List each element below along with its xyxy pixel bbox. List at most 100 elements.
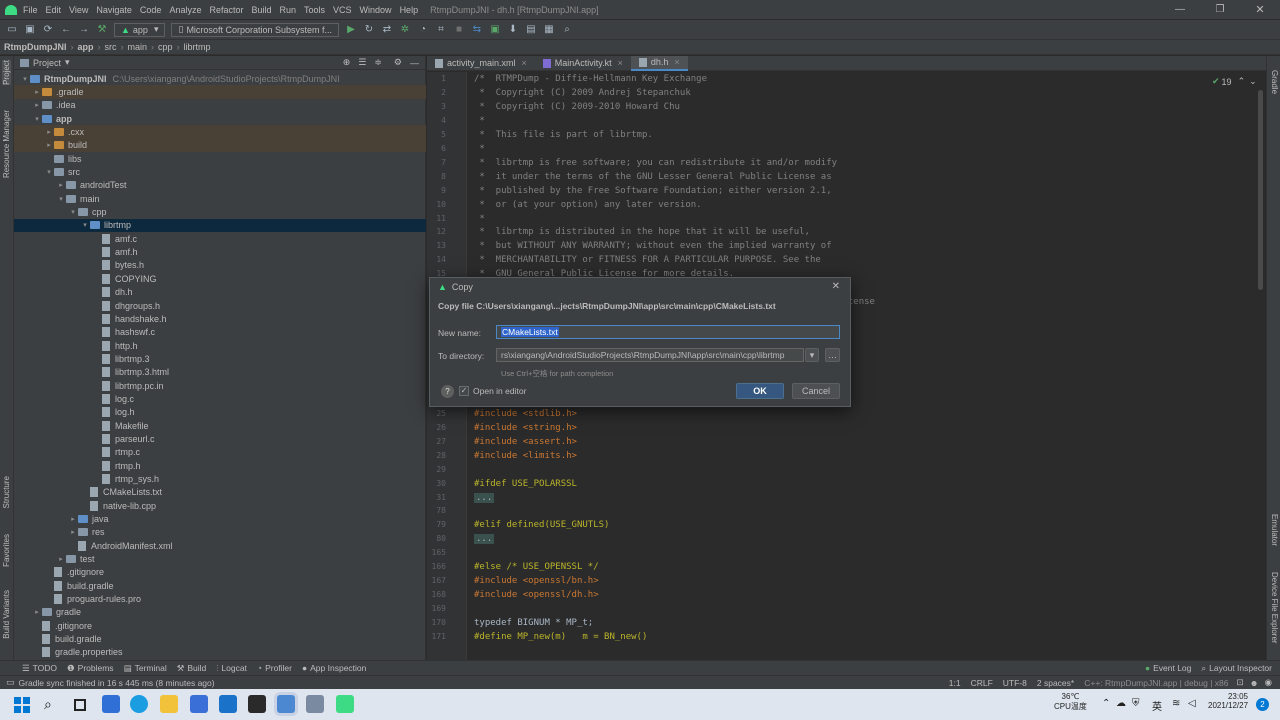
tree-item[interactable]: ▸ androidTest [14, 179, 426, 192]
tree-item[interactable]: rtmp.h [14, 459, 426, 472]
tree-item[interactable]: ▸ res [14, 526, 426, 539]
tree-item[interactable]: Makefile [14, 419, 426, 432]
tool-window-structure[interactable]: Structure [2, 476, 11, 508]
back-icon[interactable]: ← [60, 24, 72, 36]
tree-item[interactable]: build.gradle [14, 632, 426, 645]
breadcrumb-item[interactable]: librtmp [180, 42, 215, 52]
lock-icon[interactable]: ⊡ [1237, 677, 1244, 688]
close-tab-icon[interactable]: × [674, 57, 679, 67]
run-config-select[interactable]: ▲ app ▾ [114, 22, 166, 37]
chevron-right-icon[interactable]: ▸ [56, 555, 66, 563]
tree-item[interactable]: dhgroups.h [14, 299, 426, 312]
browse-button[interactable]: … [825, 348, 840, 362]
chevron-down-icon[interactable]: ▾ [80, 221, 90, 229]
attach-debugger-icon[interactable]: ⌗ [435, 24, 447, 36]
stop-icon[interactable]: ■ [453, 24, 465, 36]
ime-indicator[interactable]: 英 [1152, 698, 1162, 713]
notification-badge[interactable]: 2 [1256, 698, 1269, 711]
menu-window[interactable]: Window [360, 5, 392, 15]
close-tab-icon[interactable]: × [522, 58, 527, 68]
store-icon[interactable] [190, 695, 208, 713]
tree-item[interactable]: .gitignore [14, 566, 426, 579]
menu-view[interactable]: View [69, 5, 88, 15]
save-all-icon[interactable]: ▣ [24, 24, 36, 36]
gear-icon[interactable]: ⚙ [394, 57, 402, 68]
tool-event-log[interactable]: ● Event Log [1145, 663, 1191, 673]
to-directory-input[interactable]: rs\xiangang\AndroidStudioProjects\RtmpDu… [496, 348, 804, 362]
caret-position[interactable]: 1:1 [949, 678, 961, 688]
chevron-down-icon[interactable]: ⌄ [1249, 76, 1257, 87]
cancel-button[interactable]: Cancel [792, 383, 840, 399]
widgets-icon[interactable] [102, 695, 120, 713]
tree-item[interactable]: ▾ RtmpDumpJNI C:\Users\xiangang\AndroidStu… [14, 72, 426, 85]
search-everywhere-icon[interactable]: ⌕ [561, 24, 573, 36]
volume-icon[interactable]: ◁ [1188, 698, 1196, 709]
search-icon[interactable]: ⌕ [44, 696, 52, 713]
tool-window-favorites[interactable]: Favorites [2, 534, 11, 567]
help-icon[interactable]: ? [441, 385, 454, 398]
menu-analyze[interactable]: Analyze [169, 5, 201, 15]
tree-item[interactable]: gradle.properties [14, 646, 426, 659]
gradle-sync-icon[interactable]: ⇆ [471, 24, 483, 36]
tree-item[interactable]: ▾ app [14, 112, 426, 125]
tool-window-resource-manager[interactable]: Resource Manager [2, 110, 11, 178]
tree-item[interactable]: ▸ .cxx [14, 125, 426, 139]
tree-item[interactable]: .gitignore [14, 619, 426, 632]
tree-item[interactable]: librtmp.3.html [14, 366, 426, 379]
chevron-right-icon[interactable]: ▸ [32, 88, 42, 96]
menu-edit[interactable]: Edit [46, 5, 62, 15]
new-name-input[interactable]: CMakeLists.txt [496, 325, 840, 339]
chevron-right-icon[interactable]: ▸ [44, 141, 54, 149]
close-icon[interactable]: ✕ [1240, 3, 1280, 16]
project-panel-title[interactable]: Project [33, 58, 61, 68]
tree-item[interactable]: ▸ test [14, 552, 426, 565]
editor-tab[interactable]: MainActivity.kt × [535, 56, 631, 71]
tree-item[interactable]: http.h [14, 339, 426, 352]
chevron-up-icon[interactable]: ⌃ [1102, 698, 1110, 709]
code-line-text[interactable]: ... [474, 492, 495, 503]
debug-icon[interactable]: ✲ [399, 24, 411, 36]
mail-icon[interactable] [219, 695, 237, 713]
run-icon[interactable]: ▶ [345, 24, 357, 36]
tool-window-emulator[interactable]: Emulator [1270, 514, 1279, 546]
tool-profiler[interactable]: ◔ Profiler [257, 663, 292, 673]
chevron-down-icon[interactable]: ▾ [44, 168, 54, 176]
tool-window-gradle[interactable]: Gradle [1270, 70, 1279, 94]
android-studio-app-icon[interactable] [277, 695, 295, 713]
terminal-app-icon[interactable] [248, 695, 266, 713]
file-explorer-icon[interactable] [160, 695, 178, 713]
menu-file[interactable]: File [23, 5, 38, 15]
tree-item[interactable]: ▾ cpp [14, 205, 426, 218]
tool-build[interactable]: ⚒ Build [177, 663, 207, 674]
line-separator[interactable]: CRLF [971, 678, 993, 688]
make-project-icon[interactable]: ⚒ [96, 24, 108, 36]
minimize-icon[interactable]: — [1160, 4, 1200, 15]
menu-refactor[interactable]: Refactor [209, 5, 243, 15]
tree-item[interactable]: rtmp.c [14, 446, 426, 459]
tree-item[interactable]: parseurl.c [14, 432, 426, 445]
chevron-down-icon[interactable]: ▾ [20, 75, 30, 83]
inspector-icon[interactable]: ☻ [1250, 678, 1259, 688]
android-emulator-app-icon[interactable] [336, 695, 354, 713]
tree-item[interactable]: log.h [14, 406, 426, 419]
tree-item[interactable]: proguard-rules.pro [14, 592, 426, 605]
file-encoding[interactable]: UTF-8 [1003, 678, 1027, 688]
avd-manager-icon[interactable]: ▣ [489, 24, 501, 36]
apply-changes-icon[interactable]: ↻ [363, 24, 375, 36]
wifi-icon[interactable]: ≋ [1172, 698, 1180, 709]
tree-item[interactable]: librtmp.pc.in [14, 379, 426, 392]
tree-item[interactable]: native-lib.cpp [14, 499, 426, 512]
tree-item[interactable]: AndroidManifest.xml [14, 539, 426, 552]
editor-tab[interactable]: activity_main.xml × [427, 56, 535, 71]
tree-item[interactable]: dh.h [14, 286, 426, 299]
restore-icon[interactable]: ❐ [1200, 4, 1240, 15]
menu-code[interactable]: Code [140, 5, 162, 15]
tree-item[interactable]: ▸ .gradle [14, 85, 426, 99]
tree-item[interactable]: libs [14, 152, 426, 165]
tool-terminal[interactable]: ▤ Terminal [124, 663, 167, 674]
tree-item[interactable]: log.c [14, 392, 426, 405]
tree-item[interactable]: librtmp.3 [14, 352, 426, 365]
tree-item[interactable]: ▸ .idea [14, 99, 426, 112]
close-icon[interactable]: ✕ [832, 281, 840, 292]
expand-all-icon[interactable]: ☰ [358, 57, 366, 68]
